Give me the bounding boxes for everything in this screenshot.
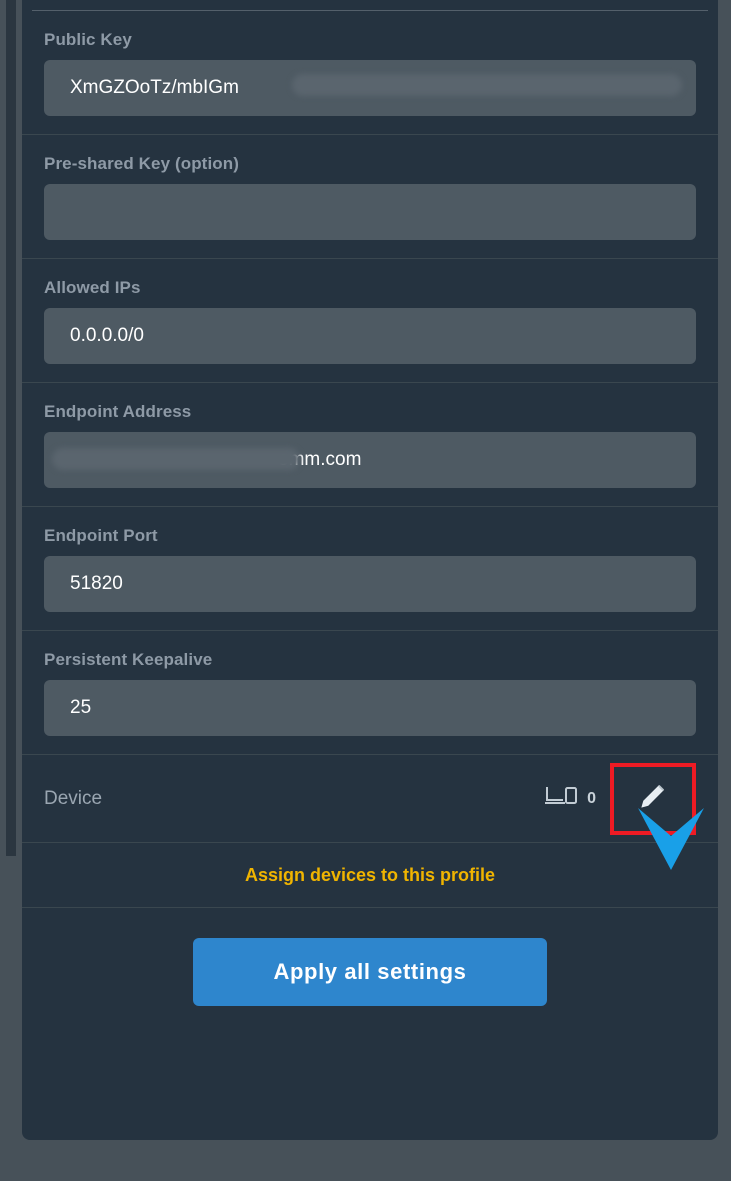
vertical-scrollbar-thumb[interactable] [6, 0, 16, 856]
input-value-public-key: XmGZOoTz/mbIGm [70, 77, 239, 98]
device-count-group: 0 [544, 784, 596, 813]
apply-settings-row: Apply all settings [22, 908, 718, 1036]
field-label-pre-shared-key: Pre-shared Key (option) [44, 154, 239, 173]
field-label-allowed-ips: Allowed IPs [44, 278, 141, 297]
assign-devices-row: Assign devices to this profile [22, 843, 718, 908]
redaction-overlay-endpoint-address [52, 448, 300, 470]
field-row-public-key: Public Key XmGZOoTz/mbIGm [22, 11, 718, 135]
device-label: Device [44, 787, 103, 809]
input-value-endpoint-port: 51820 [70, 573, 123, 594]
input-public-key[interactable]: XmGZOoTz/mbIGm [44, 60, 696, 116]
device-row: Device 0 [22, 755, 718, 843]
input-value-endpoint-address: omm.com [278, 449, 362, 470]
field-row-endpoint-address: Endpoint Address omm.com [22, 383, 718, 507]
vertical-scrollbar-track[interactable] [0, 0, 22, 1181]
laptop-and-phone-icon [544, 784, 578, 813]
device-count: 0 [587, 789, 596, 807]
field-row-persistent-keepalive: Persistent Keepalive 25 [22, 631, 718, 755]
apply-all-settings-button[interactable]: Apply all settings [193, 938, 547, 1006]
assign-devices-link[interactable]: Assign devices to this profile [245, 865, 495, 886]
field-label-endpoint-address: Endpoint Address [44, 402, 192, 421]
input-endpoint-address[interactable]: omm.com [44, 432, 696, 488]
input-value-allowed-ips: 0.0.0.0/0 [70, 325, 144, 346]
page-root: Public Key XmGZOoTz/mbIGm Pre-shared Key… [0, 0, 731, 1181]
edit-device-button[interactable] [610, 762, 696, 835]
input-value-persistent-keepalive: 25 [70, 697, 92, 718]
input-allowed-ips[interactable]: 0.0.0.0/0 [44, 308, 696, 364]
pencil-icon [636, 779, 670, 818]
field-row-endpoint-port: Endpoint Port 51820 [22, 507, 718, 631]
input-pre-shared-key[interactable] [44, 184, 696, 240]
settings-card: Public Key XmGZOoTz/mbIGm Pre-shared Key… [22, 0, 718, 1140]
input-endpoint-port[interactable]: 51820 [44, 556, 696, 612]
field-label-public-key: Public Key [44, 30, 132, 49]
form-field-list: Public Key XmGZOoTz/mbIGm Pre-shared Key… [22, 11, 718, 1036]
input-persistent-keepalive[interactable]: 25 [44, 680, 696, 736]
redaction-overlay-public-key [292, 74, 682, 96]
field-row-allowed-ips: Allowed IPs 0.0.0.0/0 [22, 259, 718, 383]
field-label-endpoint-port: Endpoint Port [44, 526, 158, 545]
field-row-pre-shared-key: Pre-shared Key (option) [22, 135, 718, 259]
field-label-persistent-keepalive: Persistent Keepalive [44, 650, 213, 669]
